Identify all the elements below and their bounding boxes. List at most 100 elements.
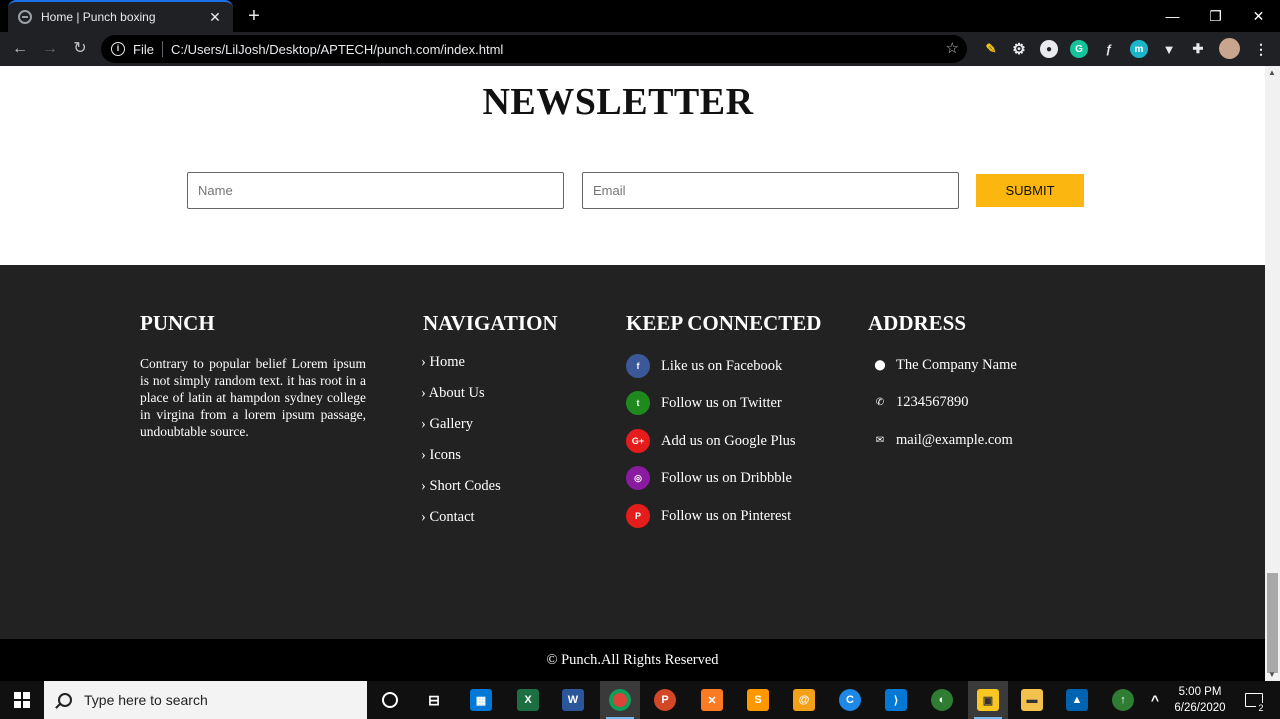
- address-company: ⬤ The Company Name: [874, 357, 1016, 374]
- social-link-twitter[interactable]: t Follow us on Twitter: [626, 391, 782, 415]
- green-app-icon: ↑: [1112, 689, 1134, 711]
- info-icon[interactable]: i: [111, 42, 125, 56]
- footer-brand-heading: PUNCH: [140, 311, 215, 335]
- taskbar-clock[interactable]: 5:00 PM 6/26/2020: [1170, 684, 1230, 716]
- notification-count: 2: [1256, 703, 1266, 713]
- cortana-button[interactable]: [370, 681, 410, 719]
- script-extension-icon[interactable]: ƒ: [1100, 40, 1118, 58]
- page-scrollbar[interactable]: ▲ ▼: [1265, 66, 1280, 681]
- footer-nav-link-short-codes[interactable]: › Short Codes: [421, 478, 501, 495]
- phone-icon: ✆: [875, 397, 885, 408]
- footer-nav-link-contact[interactable]: › Contact: [421, 509, 475, 526]
- grammarly-icon[interactable]: G: [1070, 40, 1088, 58]
- footer-nav-label: Icons: [429, 447, 461, 463]
- browser-toolbar: ← → ↻ i File C:/Users/LilJosh/Desktop/AP…: [0, 32, 1280, 66]
- vue-extension-icon[interactable]: ▼: [1160, 40, 1178, 58]
- footer-nav-link-about[interactable]: › About Us: [421, 385, 485, 402]
- address-bar[interactable]: i File C:/Users/LilJosh/Desktop/APTECH/p…: [101, 35, 967, 63]
- footer-nav-link-icons[interactable]: › Icons: [421, 447, 461, 464]
- social-link-facebook[interactable]: f Like us on Facebook: [626, 354, 782, 378]
- task-view-button[interactable]: ⊟: [414, 681, 454, 719]
- footer-nav-label: Contact: [429, 509, 475, 525]
- taskbar-store[interactable]: ▦: [461, 681, 501, 719]
- forward-arrow-icon[interactable]: →: [39, 38, 61, 60]
- gear-extension-icon[interactable]: ⚙: [1010, 40, 1028, 58]
- address-email[interactable]: ✉ mail@example.com: [874, 432, 1013, 449]
- pencil-extension-icon[interactable]: ✎: [982, 40, 1000, 58]
- newsletter-submit-button[interactable]: SUBMIT: [976, 174, 1084, 207]
- task-view-icon: ⊟: [428, 691, 440, 708]
- taskbar-search-box[interactable]: Type here to search: [44, 681, 367, 719]
- bulb-extension-icon[interactable]: ●: [1040, 40, 1058, 58]
- browser-tab[interactable]: Home | Punch boxing ✕: [8, 0, 233, 32]
- social-label: Add us on Google Plus: [661, 432, 796, 449]
- newsletter-name-input[interactable]: [187, 172, 564, 209]
- new-tab-button[interactable]: +: [244, 5, 264, 28]
- search-icon: [58, 693, 72, 707]
- bookmark-star-icon[interactable]: ☆: [946, 39, 959, 57]
- envelope-icon: ✉: [875, 435, 885, 446]
- footer-nav-link-gallery[interactable]: › Gallery: [421, 416, 473, 433]
- tray-expand-button[interactable]: ^: [1140, 681, 1170, 719]
- chrome-icon: [609, 689, 631, 711]
- taskbar-powerpoint[interactable]: P: [645, 681, 685, 719]
- social-link-pinterest[interactable]: P Follow us on Pinterest: [626, 504, 791, 528]
- copyright-bar: © Punch.All Rights Reserved: [0, 639, 1265, 681]
- social-label: Follow us on Pinterest: [661, 507, 792, 524]
- vscode-icon: ⟩: [885, 689, 907, 711]
- yellow-app-icon: ▣: [977, 689, 999, 711]
- social-label: Follow us on Dribbble: [661, 469, 792, 486]
- newsletter-title: NEWSLETTER: [482, 81, 754, 123]
- windows-logo-icon: [14, 692, 30, 708]
- swirl-app-icon: @: [793, 689, 815, 711]
- restore-icon[interactable]: ❐: [1193, 0, 1238, 32]
- taskbar-word[interactable]: W: [553, 681, 593, 719]
- social-link-dribbble[interactable]: ◎ Follow us on Dribbble: [626, 466, 792, 490]
- footer-about-text: Contrary to popular belief Lorem ipsum i…: [140, 356, 366, 439]
- action-center-button[interactable]: 2: [1234, 681, 1274, 719]
- profile-avatar[interactable]: [1219, 38, 1240, 59]
- m-extension-icon[interactable]: m: [1130, 40, 1148, 58]
- taskbar-chrome[interactable]: [600, 681, 640, 719]
- chevron-up-icon: ^: [1150, 692, 1160, 708]
- tab-title: Home | Punch boxing: [41, 10, 156, 24]
- back-arrow-icon[interactable]: ←: [9, 38, 31, 60]
- reload-icon[interactable]: ↻: [69, 38, 91, 60]
- social-link-google-plus[interactable]: G+ Add us on Google Plus: [626, 429, 796, 453]
- xampp-icon: ✕: [701, 689, 723, 711]
- extensions-puzzle-icon[interactable]: ✚: [1189, 40, 1207, 58]
- scroll-up-arrow-icon[interactable]: ▲: [1268, 68, 1276, 77]
- taskbar-excel[interactable]: X: [508, 681, 548, 719]
- map-marker-icon: ⬤: [874, 360, 886, 371]
- newsletter-email-input[interactable]: [582, 172, 959, 209]
- taskbar-app-orange[interactable]: @: [784, 681, 824, 719]
- window-close-icon[interactable]: ✕: [1236, 0, 1280, 32]
- scrollbar-thumb[interactable]: [1267, 573, 1278, 673]
- minimize-icon[interactable]: —: [1150, 0, 1195, 32]
- taskbar-network-app[interactable]: ◐: [922, 681, 962, 719]
- footer-nav-link-home[interactable]: › Home: [421, 354, 465, 371]
- taskbar-sublime[interactable]: S: [738, 681, 778, 719]
- site-footer: PUNCH Contrary to popular belief Lorem i…: [0, 265, 1265, 639]
- omnibox-divider: [161, 41, 163, 57]
- folder-icon: ▬: [1021, 689, 1043, 711]
- taskbar-file-explorer[interactable]: ▬: [1012, 681, 1052, 719]
- scroll-down-arrow-icon[interactable]: ▼: [1268, 670, 1276, 679]
- taskbar-app-yellow[interactable]: ▣: [968, 681, 1008, 719]
- taskbar-app-green[interactable]: ↑: [1103, 681, 1143, 719]
- url-text[interactable]: C:/Users/LilJosh/Desktop/APTECH/punch.co…: [171, 42, 503, 57]
- taskbar-app-c[interactable]: C: [830, 681, 870, 719]
- powerpoint-icon: P: [654, 689, 676, 711]
- photos-icon: ▲: [1066, 689, 1088, 711]
- tab-close-icon[interactable]: ✕: [207, 9, 223, 26]
- excel-icon: X: [517, 689, 539, 711]
- windows-start-button[interactable]: [0, 681, 44, 719]
- address-email-text[interactable]: mail@example.com: [896, 432, 1013, 449]
- menu-dots-icon[interactable]: ⋮: [1252, 40, 1270, 58]
- taskbar-xampp[interactable]: ✕: [692, 681, 732, 719]
- taskbar-photos[interactable]: ▲: [1057, 681, 1097, 719]
- social-label: Follow us on Twitter: [661, 394, 782, 411]
- footer-nav-label: Home: [429, 354, 465, 370]
- google-plus-icon: G+: [626, 429, 650, 453]
- taskbar-vscode[interactable]: ⟩: [876, 681, 916, 719]
